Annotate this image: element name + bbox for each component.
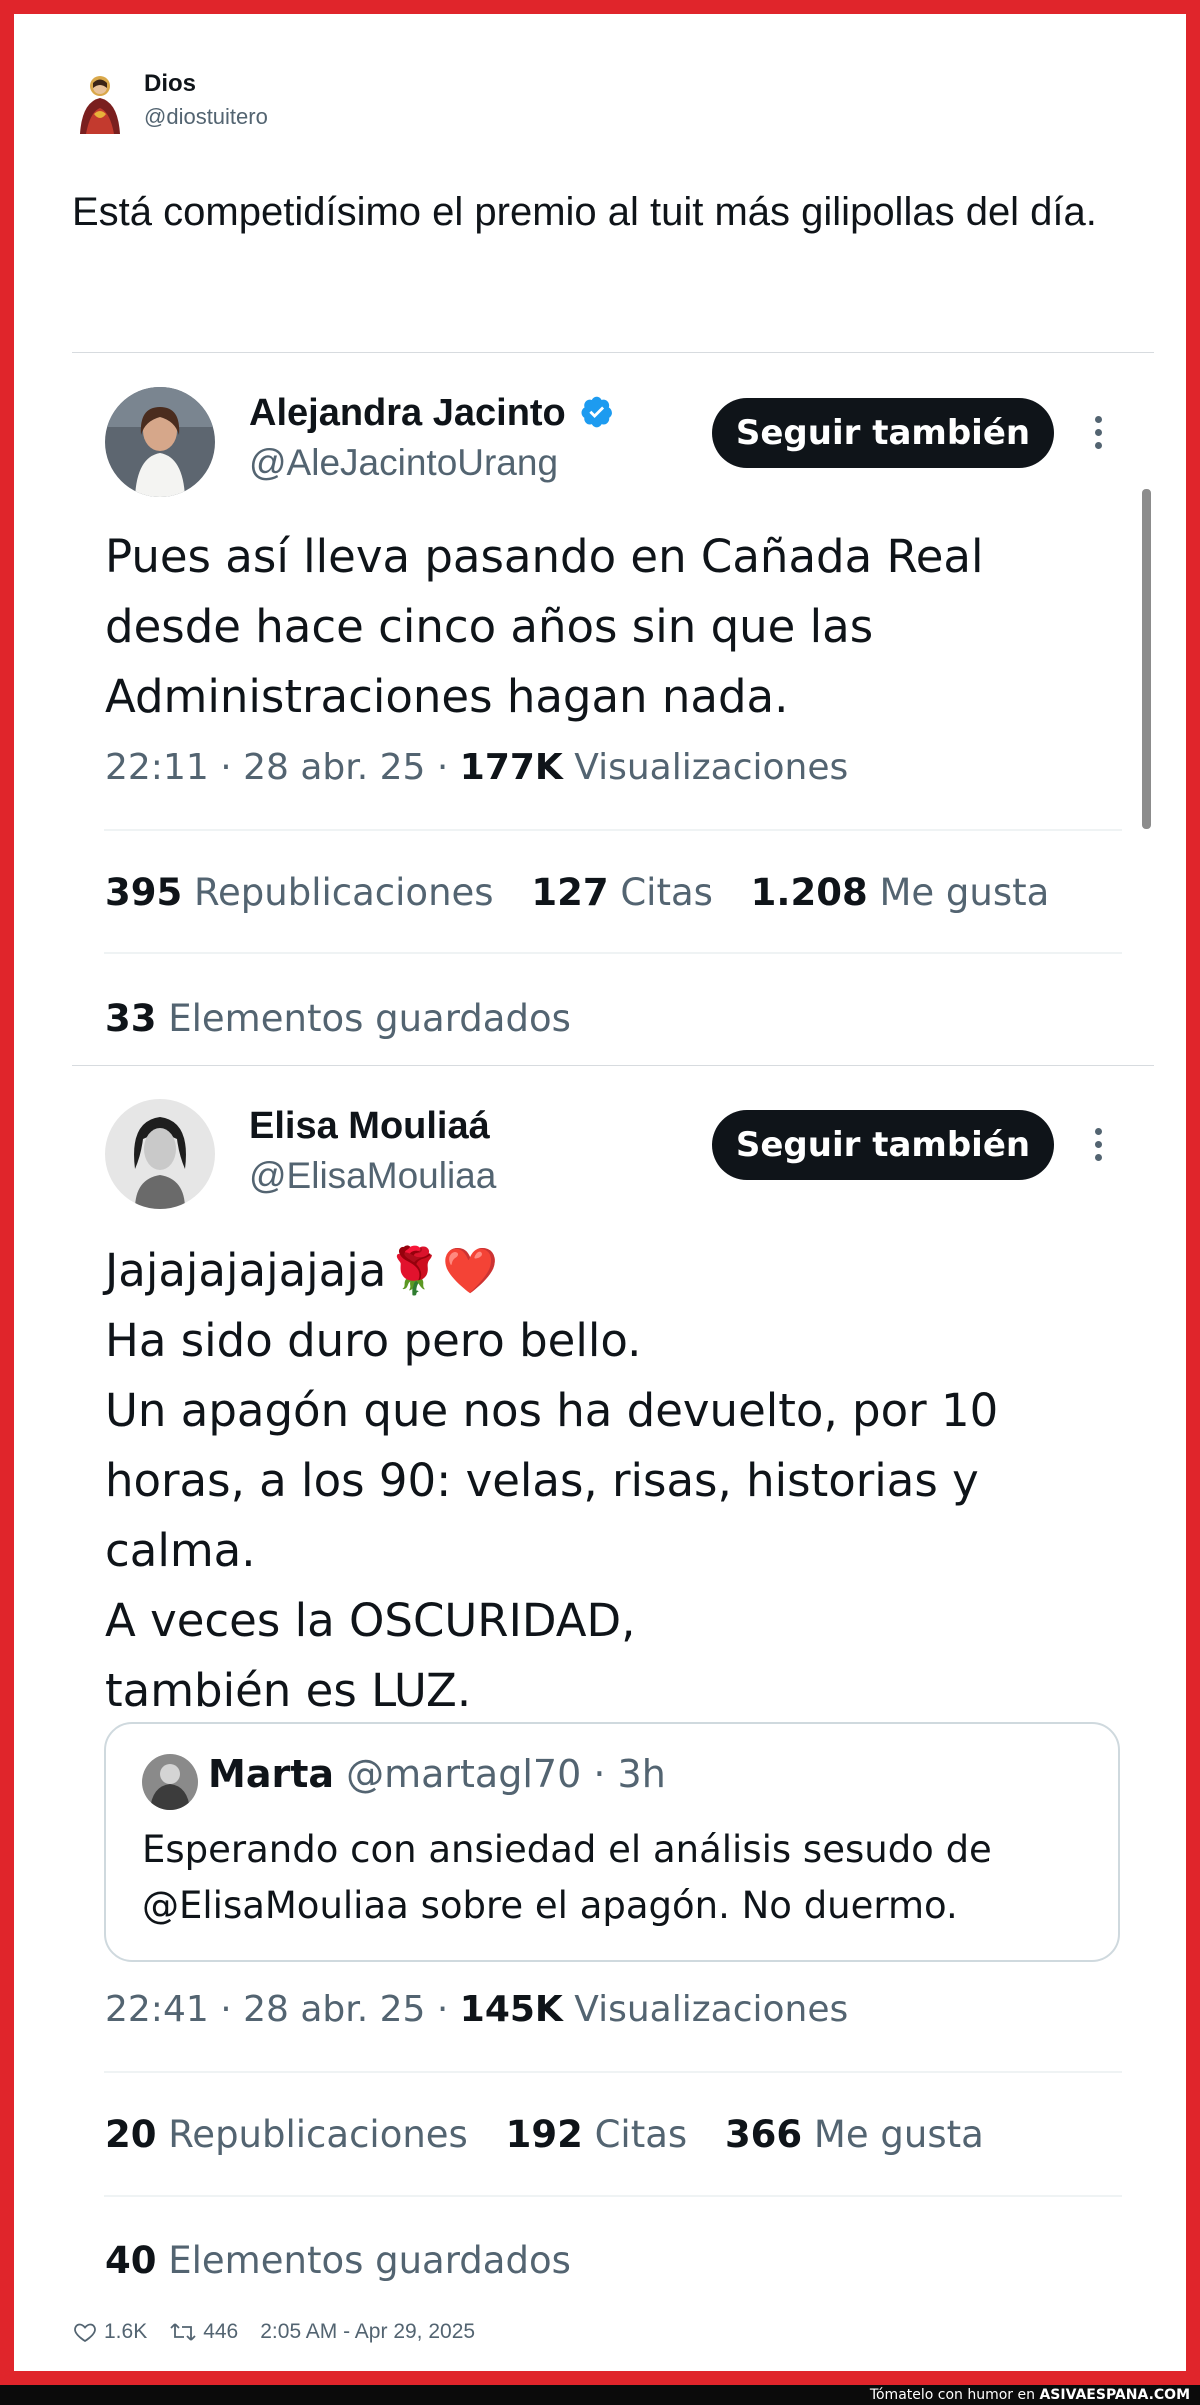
quotes-count: 192 — [505, 2113, 583, 2156]
footer-text: Tómatelo con humor en — [869, 2387, 1040, 2403]
alejandra-tweet-meta: 22:11 · 28 abr. 25 · 177K Visualizacione… — [105, 747, 848, 788]
quotes-stat[interactable]: 127 Citas — [531, 871, 713, 914]
likes-count: 366 — [724, 2113, 803, 2156]
stats-divider-2 — [104, 2195, 1122, 2197]
saved-label: Elementos guardados — [156, 2239, 571, 2282]
reposts-stat[interactable]: 20 Republicaciones — [105, 2113, 468, 2156]
person-avatar-icon — [142, 1754, 198, 1810]
reposts-label: Republicaciones — [182, 871, 494, 914]
embed-top-divider — [72, 352, 1154, 353]
outer-tweet-footer: 1.6K 446 2:05 AM - Apr 29, 2025 — [72, 2320, 497, 2344]
tweet-line: Ha sido duro pero bello. — [105, 1314, 642, 1367]
saved-count: 40 — [105, 2239, 157, 2282]
quotes-label: Citas — [582, 2113, 688, 2156]
quoted-author-name[interactable]: Marta — [208, 1752, 334, 1796]
views-label: Visualizaciones — [562, 747, 849, 788]
elisa-engagement: 20 Republicaciones 192 Citas 366 Me gust… — [105, 2113, 1010, 2156]
tweet-line: también es LUZ. — [105, 1664, 472, 1717]
retweet-action[interactable]: 446 — [169, 2320, 238, 2344]
stats-divider — [104, 829, 1122, 831]
tweet-line: A veces la OSCURIDAD, — [105, 1594, 636, 1647]
alejandra-avatar[interactable] — [105, 387, 215, 497]
marta-avatar[interactable] — [142, 1754, 198, 1810]
outer-author-handle[interactable]: @diostuitero — [144, 104, 268, 130]
alejandra-engagement: 395 Republicaciones 127 Citas 1.208 Me g… — [105, 871, 1075, 914]
quoted-tweet[interactable]: Marta @martagl70 · 3h Esperando con ansi… — [104, 1722, 1120, 1962]
more-options-icon[interactable] — [1095, 1128, 1105, 1167]
alejandra-name[interactable]: Alejandra Jacinto — [249, 392, 614, 435]
alejandra-tweet-text: Pues así lleva pasando en Cañada Real de… — [105, 530, 984, 723]
alejandra-handle[interactable]: @AleJacintoUrang — [249, 442, 558, 484]
quotes-count: 127 — [531, 871, 609, 914]
likes-count: 1.208 — [750, 871, 868, 914]
elisa-name[interactable]: Elisa Mouliaá — [249, 1105, 490, 1148]
likes-stat[interactable]: 366 Me gusta — [725, 2113, 984, 2156]
tweet-line: Un apagón que nos ha devuelto, por 10 ho… — [105, 1384, 999, 1577]
elisa-saved[interactable]: 40 Elementos guardados — [105, 2239, 571, 2282]
reposts-count: 395 — [105, 871, 183, 914]
views-count: 145K — [459, 1989, 563, 2030]
tweet-time[interactable]: 22:41 · 28 abr. 25 · — [105, 1989, 460, 2030]
outer-author-name[interactable]: Dios — [144, 70, 196, 98]
more-options-icon[interactable] — [1095, 416, 1105, 455]
footer-brand-link[interactable]: ASIVAESPANA.COM — [1039, 2387, 1190, 2403]
saved-count: 33 — [105, 997, 157, 1040]
screenshot-frame: Dios @diostuitero Está competidísimo el … — [0, 0, 1200, 2385]
elisa-tweet-text: Jajajajajajaja🌹❤️ Ha sido duro pero bell… — [105, 1236, 1125, 1726]
like-count: 1.6K — [104, 2320, 148, 2343]
outer-tweet-text: Está competidísimo el premio al tuit más… — [72, 190, 1097, 234]
verified-badge-icon — [581, 396, 613, 428]
tweet-timestamp[interactable]: 2:05 AM - Apr 29, 2025 — [260, 2320, 475, 2344]
likes-stat[interactable]: 1.208 Me gusta — [751, 871, 1050, 914]
elisa-handle[interactable]: @ElisaMouliaa — [249, 1155, 496, 1197]
scrollbar[interactable] — [1142, 489, 1151, 829]
likes-label: Me gusta — [802, 2113, 984, 2156]
follow-button-alejandra[interactable]: Seguir también — [712, 398, 1054, 468]
quoted-author-handle[interactable]: @martagl70 — [346, 1752, 581, 1796]
alejandra-name-text: Alejandra Jacinto — [249, 392, 566, 434]
outer-avatar[interactable] — [72, 72, 128, 134]
elisa-avatar[interactable] — [105, 1099, 215, 1209]
tweet-time[interactable]: 22:11 · 28 abr. 25 · — [105, 747, 460, 788]
reposts-stat[interactable]: 395 Republicaciones — [105, 871, 494, 914]
alejandra-saved[interactable]: 33 Elementos guardados — [105, 997, 571, 1040]
sacred-heart-avatar-icon — [80, 76, 120, 134]
retweet-icon — [170, 2323, 196, 2341]
person-avatar-icon — [105, 1099, 215, 1209]
like-action[interactable]: 1.6K — [72, 2320, 147, 2344]
person-avatar-icon — [105, 387, 215, 497]
views-count: 177K — [459, 747, 563, 788]
quotes-label: Citas — [608, 871, 713, 914]
stats-divider — [104, 2071, 1122, 2073]
retweet-count: 446 — [203, 2320, 239, 2343]
site-footer-bar: Tómatelo con humor en ASIVAESPANA.COM — [0, 2385, 1200, 2405]
tweet-line: Jajajajajajaja🌹❤️ — [105, 1244, 499, 1297]
reposts-count: 20 — [105, 2113, 157, 2156]
saved-label: Elementos guardados — [156, 997, 571, 1040]
elisa-tweet-meta: 22:41 · 28 abr. 25 · 145K Visualizacione… — [105, 1989, 848, 2030]
quoted-text: Esperando con ansiedad el análisis sesud… — [142, 1828, 992, 1927]
embed-middle-divider — [72, 1065, 1154, 1066]
quoted-time: · 3h — [593, 1752, 666, 1796]
reposts-label: Republicaciones — [156, 2113, 468, 2156]
quoted-header: Marta @martagl70 · 3h — [208, 1752, 666, 1796]
likes-label: Me gusta — [867, 871, 1050, 914]
heart-icon — [74, 2323, 96, 2343]
follow-button-elisa[interactable]: Seguir también — [712, 1110, 1054, 1180]
quotes-stat[interactable]: 192 Citas — [506, 2113, 688, 2156]
stats-divider-2 — [104, 952, 1122, 954]
views-label: Visualizaciones — [562, 1989, 849, 2030]
